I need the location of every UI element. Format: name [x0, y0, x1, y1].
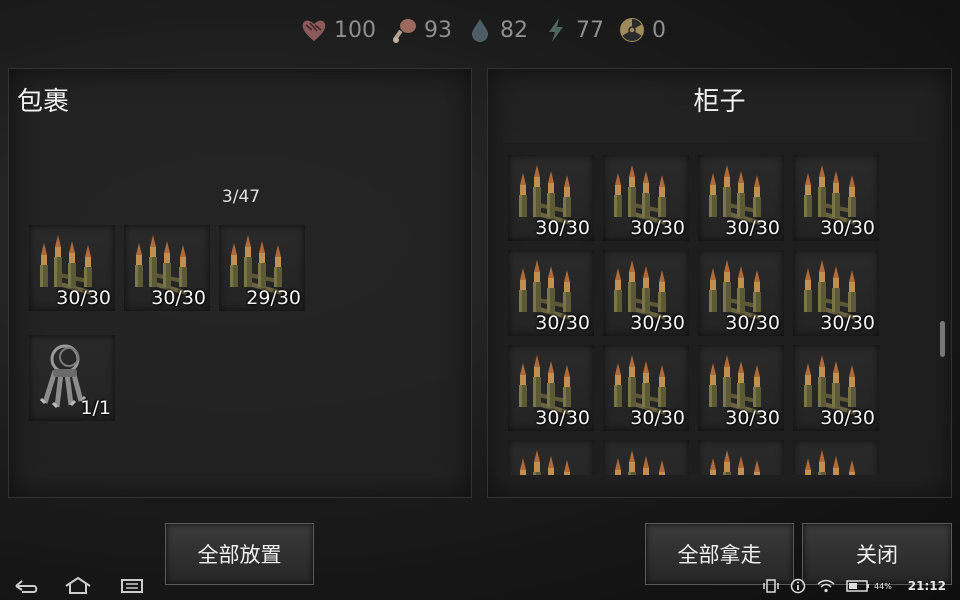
- battery-indicator: 44%: [846, 580, 892, 592]
- item-quantity: 30/30: [820, 312, 875, 334]
- cabinet-item-slot[interactable]: [698, 440, 784, 475]
- cabinet-item-slot[interactable]: 30/30: [793, 345, 879, 431]
- lightning-icon: [549, 18, 563, 42]
- water-stat: 82: [466, 16, 528, 44]
- cabinet-item-slot[interactable]: 30/30: [603, 345, 689, 431]
- heart-icon: [302, 20, 326, 41]
- cabinet-item-slot[interactable]: 30/30: [793, 155, 879, 241]
- recent-apps-icon[interactable]: [120, 578, 144, 594]
- backpack-item-slot[interactable]: 1/1: [29, 335, 115, 421]
- cabinet-item-slot[interactable]: [603, 440, 689, 475]
- item-quantity: 30/30: [630, 407, 685, 429]
- energy-value: 77: [576, 17, 604, 43]
- system-navigation-bar: 44% 21:12: [0, 570, 960, 600]
- item-quantity: 30/30: [725, 407, 780, 429]
- cabinet-item-slot[interactable]: 30/30: [793, 250, 879, 336]
- health-stat: 100: [300, 16, 376, 44]
- rifle-ammo-icon: [520, 450, 570, 475]
- radiation-stat: 0: [618, 16, 666, 44]
- info-icon: [790, 578, 806, 594]
- backpack-title: 包裹: [17, 87, 70, 117]
- food-stat: 93: [390, 16, 452, 44]
- cabinet-item-slot[interactable]: 30/30: [508, 155, 594, 241]
- backpack-item-slot[interactable]: 30/30: [29, 225, 115, 311]
- system-tray: 44% 21:12: [762, 578, 946, 594]
- item-quantity: 30/30: [630, 217, 685, 239]
- item-quantity: 30/30: [820, 407, 875, 429]
- backpack-panel: 包裹 3/47 30/30 30/30 29/30 1/1: [8, 68, 472, 498]
- item-quantity: 30/30: [630, 312, 685, 334]
- cabinet-panel: 柜子 30/30 30/30 30/30 30/30 30/30 30/30 30/30 30…: [487, 68, 952, 498]
- item-quantity: 30/30: [56, 287, 111, 309]
- backpack-item-slot[interactable]: 29/30: [219, 225, 305, 311]
- survival-stats-bar: 100 93 82 77 0: [300, 12, 666, 48]
- battery-icon: [846, 580, 870, 592]
- item-quantity: 30/30: [820, 217, 875, 239]
- health-value: 100: [334, 17, 376, 43]
- item-quantity: 30/30: [725, 312, 780, 334]
- backpack-item-slot[interactable]: 30/30: [124, 225, 210, 311]
- cabinet-item-slot[interactable]: [793, 440, 879, 475]
- item-quantity: 1/1: [80, 397, 111, 419]
- home-icon[interactable]: [64, 576, 92, 594]
- item-quantity: 30/30: [725, 217, 780, 239]
- energy-stat: 77: [542, 16, 604, 44]
- cabinet-item-slot[interactable]: 30/30: [508, 345, 594, 431]
- cabinet-item-slot[interactable]: 30/30: [603, 155, 689, 241]
- clock: 21:12: [907, 579, 946, 593]
- cabinet-item-slot[interactable]: [508, 440, 594, 475]
- item-quantity: 30/30: [151, 287, 206, 309]
- battery-percent: 44%: [874, 581, 892, 591]
- rifle-ammo-icon: [805, 450, 855, 475]
- rifle-ammo-icon: [615, 450, 665, 475]
- water-value: 82: [500, 17, 528, 43]
- backpack-capacity: 3/47: [9, 187, 473, 207]
- back-icon[interactable]: [14, 578, 38, 594]
- water-drop-icon: [472, 19, 488, 42]
- cabinet-item-slot[interactable]: 30/30: [698, 250, 784, 336]
- capacity-label: 3/47: [221, 187, 261, 207]
- cabinet-item-slot[interactable]: 30/30: [698, 155, 784, 241]
- meat-icon: [392, 19, 416, 43]
- item-quantity: 30/30: [535, 217, 590, 239]
- vibrate-icon: [763, 579, 779, 593]
- rifle-ammo-icon: [710, 450, 760, 475]
- cabinet-title: 柜子: [693, 87, 746, 117]
- item-quantity: 30/30: [535, 407, 590, 429]
- cabinet-item-slot[interactable]: 30/30: [698, 345, 784, 431]
- item-quantity: 29/30: [246, 287, 301, 309]
- food-value: 93: [424, 17, 452, 43]
- cabinet-item-slot[interactable]: 30/30: [603, 250, 689, 336]
- radiation-value: 0: [652, 17, 666, 43]
- radiation-icon: [620, 18, 644, 42]
- wifi-icon: [817, 579, 835, 593]
- cabinet-grid[interactable]: 30/30 30/30 30/30 30/30 30/30 30/30 30/30 30/30…: [496, 143, 942, 475]
- cabinet-scrollbar[interactable]: [940, 321, 945, 357]
- cabinet-item-slot[interactable]: 30/30: [508, 250, 594, 336]
- item-quantity: 30/30: [535, 312, 590, 334]
